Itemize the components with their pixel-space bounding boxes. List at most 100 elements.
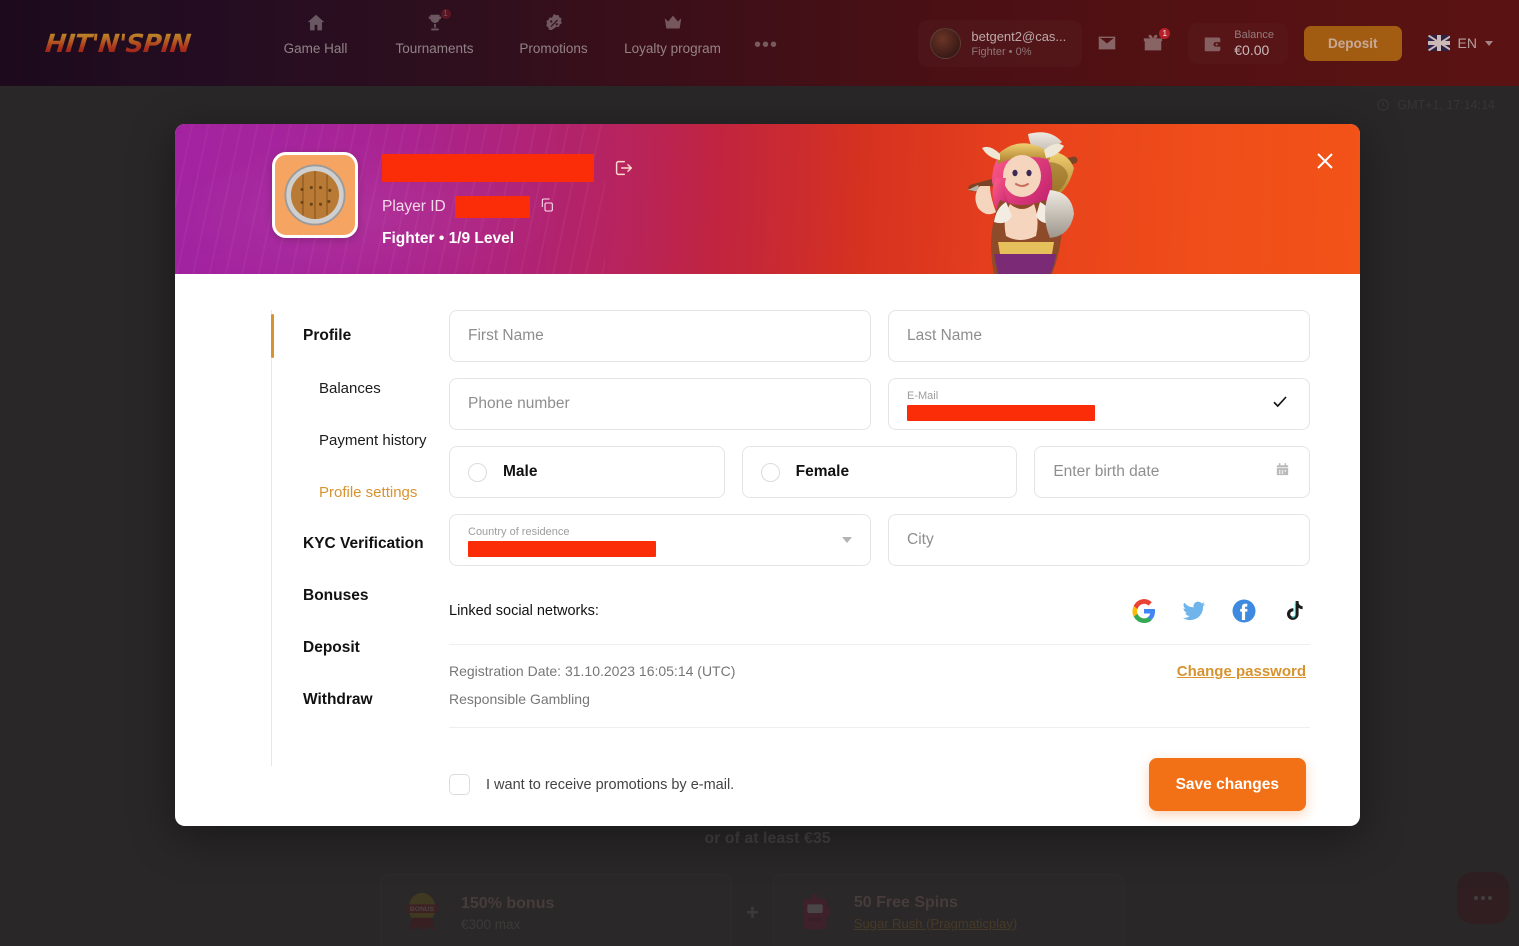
trophy-icon: 1	[424, 9, 451, 34]
sidebar-item-payment-history[interactable]: Payment history	[271, 414, 449, 466]
nickname-row	[382, 154, 634, 182]
linked-social-networks-row: Linked social networks:	[449, 582, 1310, 645]
sidebar-item-bonuses[interactable]: Bonuses	[271, 570, 449, 622]
save-changes-button[interactable]: Save changes	[1148, 758, 1306, 811]
sidebar-item-deposit[interactable]: Deposit	[271, 622, 449, 674]
wooden-shield-avatar[interactable]	[272, 152, 358, 238]
radio-circle-icon	[760, 462, 780, 482]
sidebar-label-deposit: Deposit	[303, 639, 360, 656]
nav-item-game-hall[interactable]: Game Hall	[256, 12, 375, 74]
messages-button[interactable]	[1086, 22, 1128, 64]
change-password-link[interactable]: Change password	[1177, 663, 1310, 680]
email-input[interactable]: E-Mail	[888, 378, 1310, 430]
first-name-input[interactable]: First Name	[449, 310, 871, 362]
top-navigation-bar: HIT'N'SPIN Game Hall 1 Tournaments Promo…	[0, 0, 1519, 86]
facebook-icon[interactable]	[1232, 599, 1256, 623]
gift-badge: 1	[1159, 28, 1171, 39]
crown-icon	[662, 12, 684, 34]
logout-icon[interactable]	[612, 157, 634, 179]
promo-email-checkbox-wrap[interactable]: I want to receive promotions by e-mail.	[449, 774, 734, 795]
gender-male-radio[interactable]: Male	[449, 446, 725, 498]
sidebar-item-profile-settings[interactable]: Profile settings	[271, 466, 449, 518]
nickname-redacted	[382, 154, 594, 182]
social-icons-group	[1132, 599, 1310, 623]
modal-body: Profile Balances Payment history Profile…	[175, 274, 1360, 826]
deposit-button[interactable]: Deposit	[1304, 25, 1402, 61]
gifts-button[interactable]: 1	[1132, 22, 1174, 64]
language-code: EN	[1457, 35, 1477, 51]
linked-social-label: Linked social networks:	[449, 603, 599, 619]
promo-email-label: I want to receive promotions by e-mail.	[486, 776, 735, 793]
balance-label: Balance	[1234, 28, 1275, 41]
header-right-cluster: betgent2@cas... Fighter • 0% 1 Balance €…	[918, 0, 1519, 86]
sidebar-item-balances[interactable]: Balances	[271, 362, 449, 414]
copy-icon[interactable]	[539, 197, 555, 218]
nav-item-promotions[interactable]: Promotions	[494, 12, 613, 74]
responsible-gambling-link[interactable]: Responsible Gambling	[449, 691, 735, 707]
first-name-placeholder: First Name	[468, 327, 544, 344]
balance-text: Balance €0.00	[1234, 29, 1274, 58]
birth-date-input[interactable]: Enter birth date	[1034, 446, 1311, 498]
nav-more-button[interactable]: •••	[754, 34, 778, 57]
country-label: Country of residence	[468, 525, 570, 538]
nav-item-tournaments[interactable]: 1 Tournaments	[375, 9, 494, 74]
radio-circle-icon	[468, 462, 487, 482]
city-input[interactable]: City	[888, 514, 1310, 566]
nav-item-loyalty-program[interactable]: Loyalty program	[613, 12, 732, 74]
birth-date-placeholder: Enter birth date	[1053, 463, 1160, 480]
promo-email-checkbox[interactable]	[449, 774, 470, 795]
account-meta-row: Registration Date: 31.10.2023 16:05:14 (…	[449, 645, 1310, 728]
sidebar-item-kyc-verification[interactable]: KYC Verification	[271, 518, 449, 570]
profile-form: First Name Last Name Phone number E-Mail	[449, 310, 1360, 826]
modal-banner: Player ID Fighter • 1/9 Level	[175, 124, 1360, 274]
phone-number-input[interactable]: Phone number	[449, 378, 871, 430]
site-logo[interactable]: HIT'N'SPIN	[36, 21, 201, 65]
form-row-names: First Name Last Name	[449, 310, 1310, 362]
player-level-text: Fighter • 1/9 Level	[382, 230, 515, 247]
sidebar-label-payment-history: Payment history	[319, 431, 427, 449]
sidebar-label-bonuses: Bonuses	[303, 587, 369, 604]
form-row-contact: Phone number E-Mail	[449, 378, 1310, 430]
nav-label-game-hall: Game Hall	[283, 41, 348, 56]
last-name-placeholder: Last Name	[907, 327, 982, 344]
calendar-icon[interactable]	[1274, 461, 1291, 483]
page-root: HIT'N'SPIN Game Hall 1 Tournaments Promo…	[0, 0, 1519, 946]
sidebar-item-profile[interactable]: Profile	[271, 310, 449, 362]
banner-profile-header: Player ID Fighter • 1/9 Level	[272, 152, 634, 248]
gender-female-label: Female	[795, 463, 850, 480]
gender-female-radio[interactable]: Female	[741, 446, 1018, 498]
last-name-input[interactable]: Last Name	[888, 310, 1310, 362]
avatar	[930, 27, 962, 59]
twitter-icon[interactable]	[1182, 599, 1206, 623]
language-selector[interactable]: EN	[1427, 35, 1493, 51]
viking-character-illustration	[968, 132, 1078, 274]
user-account-chip[interactable]: betgent2@cas... Fighter • 0%	[918, 20, 1082, 67]
sidebar-label-profile: Profile	[303, 327, 352, 344]
phone-number-placeholder: Phone number	[468, 395, 570, 412]
user-name: betgent2@cas...	[971, 28, 1067, 44]
nav-label-tournaments: Tournaments	[395, 41, 474, 56]
close-icon	[1317, 153, 1333, 169]
player-id-label: Player ID	[382, 198, 446, 215]
country-value-redacted	[468, 540, 656, 557]
profile-settings-modal: Player ID Fighter • 1/9 Level Profile Ba…	[175, 124, 1360, 826]
user-level: Fighter • 0%	[971, 45, 1032, 58]
balance-chip[interactable]: Balance €0.00	[1188, 23, 1288, 64]
close-modal-button[interactable]	[1308, 144, 1342, 178]
email-label: E-Mail	[907, 389, 939, 402]
balance-value: €0.00	[1234, 41, 1270, 58]
email-value-redacted	[907, 404, 1095, 421]
percent-badge-icon	[543, 12, 565, 34]
nav-badge-tournaments: 1	[440, 9, 451, 19]
country-of-residence-select[interactable]: Country of residence	[449, 514, 871, 566]
sidebar-label-kyc-verification: KYC Verification	[303, 535, 424, 552]
envelope-icon	[1099, 36, 1116, 50]
email-verified-check-icon	[1271, 393, 1289, 416]
tiktok-icon[interactable]	[1282, 599, 1306, 623]
modal-sidebar: Profile Balances Payment history Profile…	[175, 310, 449, 826]
nav-label-loyalty-program: Loyalty program	[624, 41, 721, 56]
user-info: betgent2@cas... Fighter • 0%	[971, 29, 1066, 58]
google-icon[interactable]	[1132, 599, 1156, 623]
sidebar-item-withdraw[interactable]: Withdraw	[271, 674, 449, 726]
form-row-gender-birth: Male Female Enter birth date	[449, 446, 1311, 498]
